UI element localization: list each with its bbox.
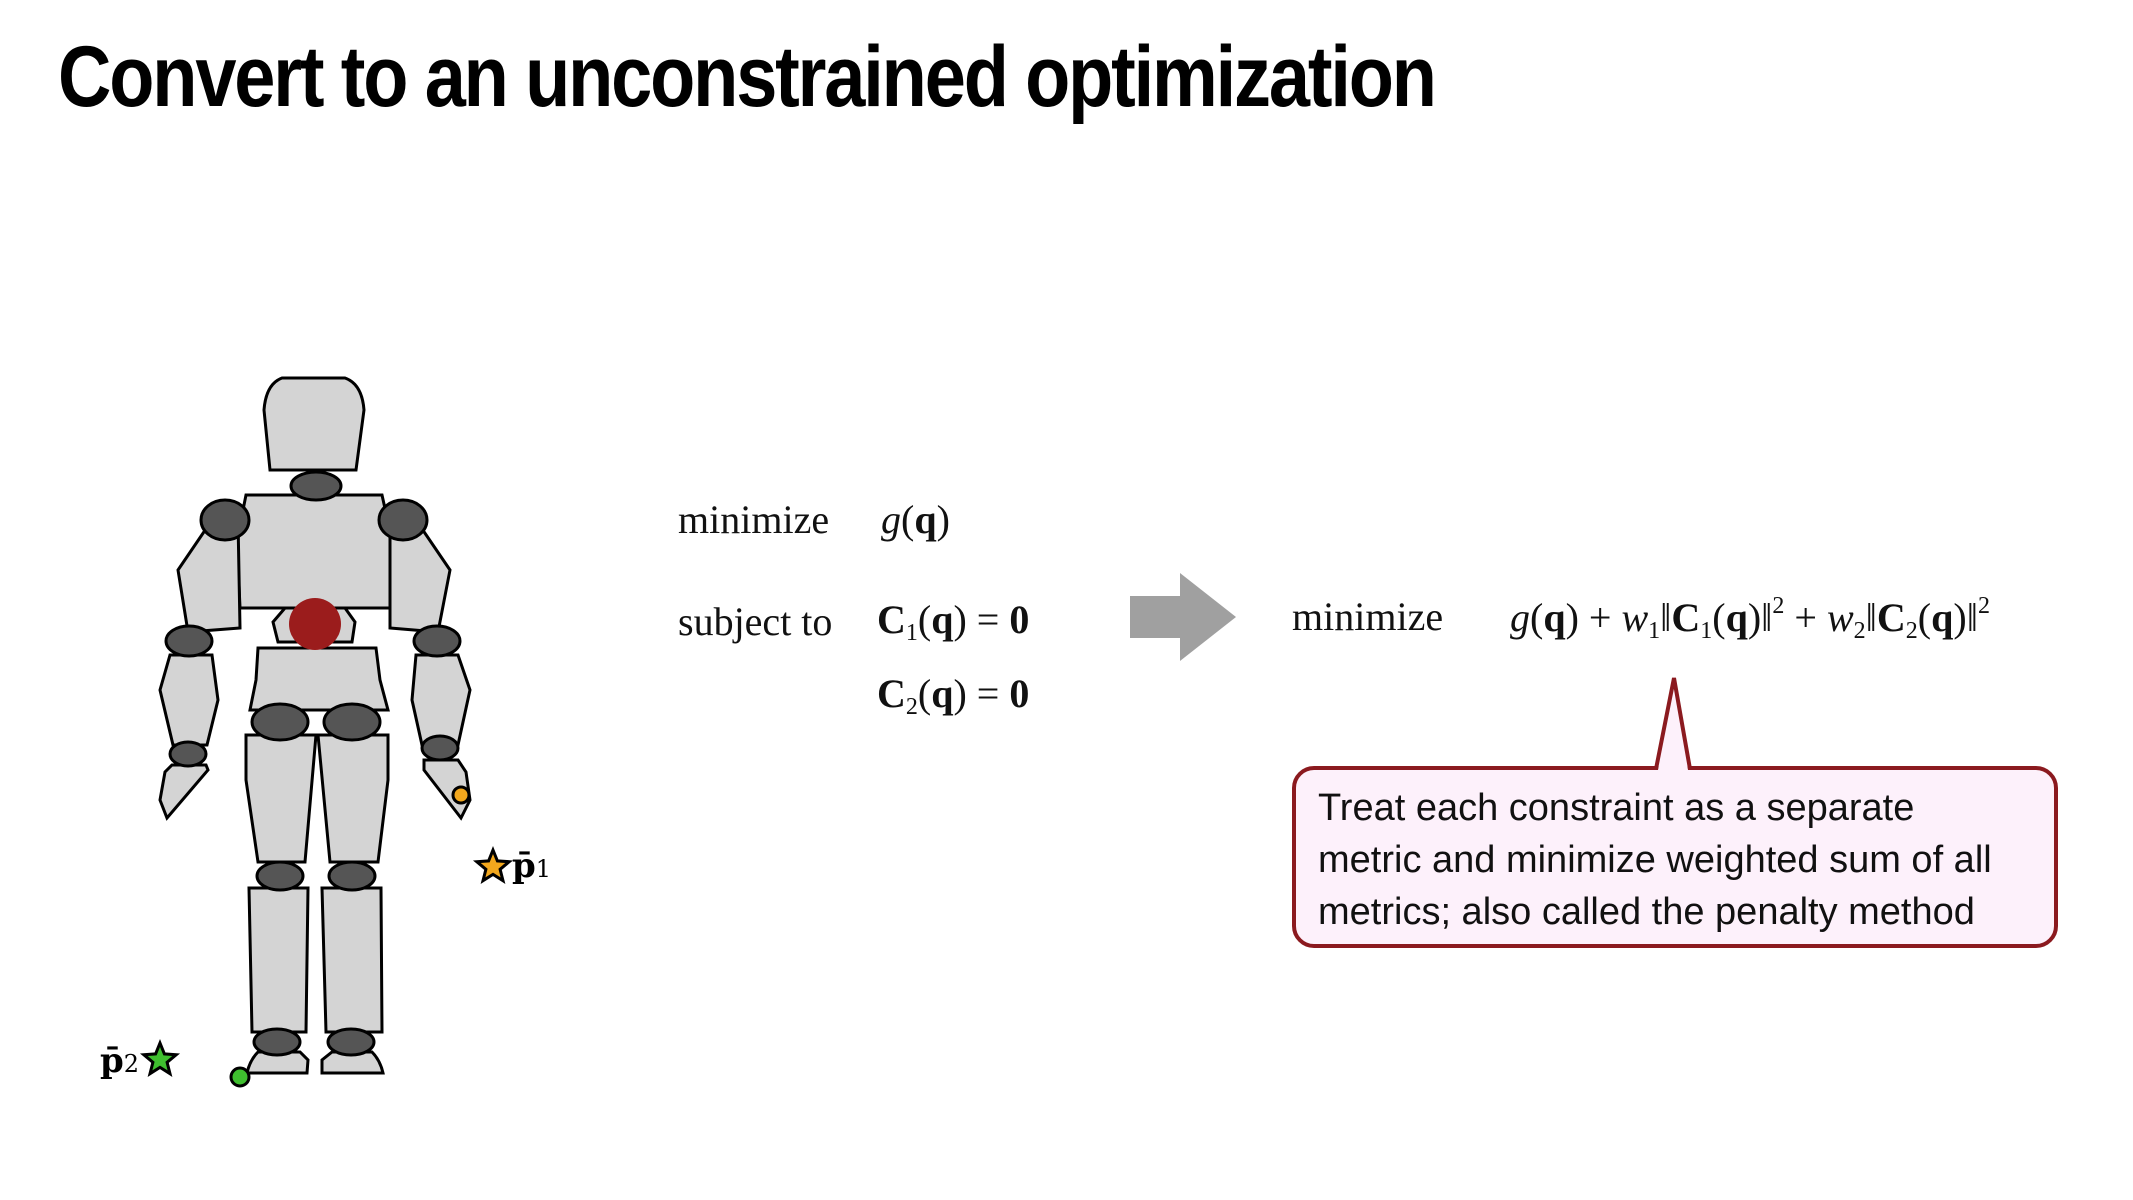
left-knee-joint	[255, 860, 305, 892]
target-p1-label: p̄1	[512, 846, 551, 886]
left-elbow-joint	[164, 624, 214, 658]
callout-line: Treat each constraint as a separate	[1318, 787, 1915, 829]
mannequin-left-shin	[247, 886, 310, 1034]
subject-to-word: subject to	[678, 599, 833, 644]
foot-end-effector	[229, 1066, 251, 1088]
right-wrist-joint	[420, 734, 460, 762]
right-shoulder-joint	[377, 498, 429, 542]
mannequin-left-thigh	[244, 733, 318, 864]
root-joint	[289, 598, 341, 650]
mannequin-pelvis	[248, 646, 390, 712]
hand-end-effector	[451, 785, 471, 805]
right-knee-joint	[327, 860, 377, 892]
penalty-objective: g(q) + w1‖C1(q)‖2 + w2‖C2(q)‖2	[1510, 593, 1990, 645]
mannequin-chest	[235, 493, 394, 610]
left-hip-joint	[250, 702, 310, 742]
right-ankle-joint	[326, 1027, 376, 1057]
constrained-objective: g(q)	[881, 497, 950, 542]
callout-line: metrics; also called the penalty method	[1318, 891, 1975, 933]
mannequin-left-hand	[158, 763, 210, 821]
constrained-minimize-word: minimize	[678, 497, 830, 542]
unconstrained-minimize-word: minimize	[1292, 594, 1444, 639]
mannequin-right-forearm	[410, 653, 472, 747]
left-shoulder-joint	[199, 498, 251, 542]
constraint-2: C2(q) = 0	[877, 671, 1030, 721]
mannequin-head	[262, 376, 366, 472]
target-p2-star	[139, 1038, 181, 1077]
callout-line: metric and minimize weighted sum of all	[1318, 839, 1992, 881]
constraint-1: C1(q) = 0	[877, 597, 1030, 647]
right-hip-joint	[322, 702, 382, 742]
target-p1-star	[472, 845, 514, 884]
target-p2-label: p̄2	[100, 1041, 139, 1081]
penalty-method-callout: Treat each constraint as a separate metr…	[1292, 766, 2058, 948]
neck-joint	[289, 470, 343, 502]
left-wrist-joint	[168, 740, 208, 768]
mannequin-right-thigh	[316, 733, 390, 864]
mannequin-left-forearm	[158, 653, 220, 747]
transform-arrow	[1130, 573, 1236, 661]
left-ankle-joint	[252, 1027, 302, 1057]
right-elbow-joint	[412, 624, 462, 658]
mannequin-right-shin	[320, 886, 384, 1034]
